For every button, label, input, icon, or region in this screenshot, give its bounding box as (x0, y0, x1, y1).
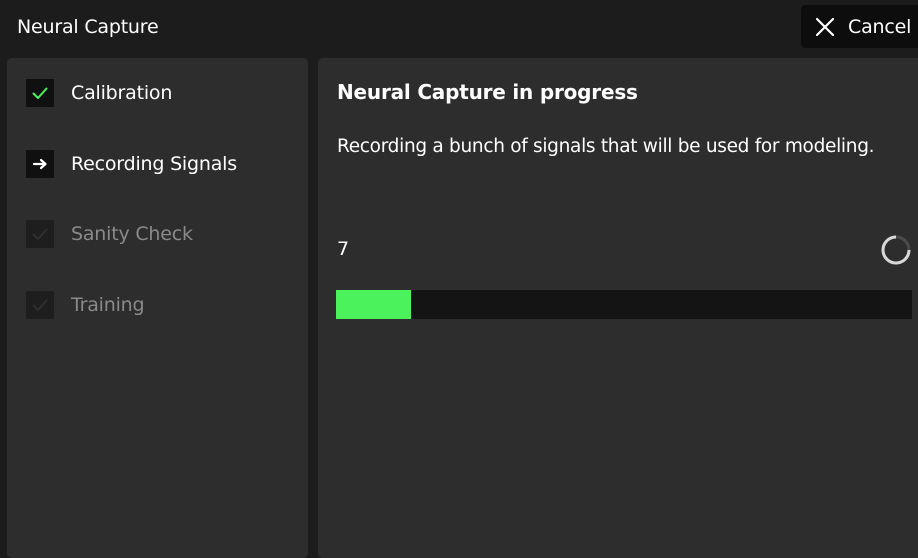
step-sanity-check[interactable]: Sanity Check (7, 214, 308, 254)
progress-bar (336, 290, 912, 319)
step-label: Calibration (71, 82, 173, 104)
step-status-box (26, 79, 54, 107)
step-status-box (26, 220, 54, 248)
step-label: Sanity Check (71, 223, 193, 245)
capture-panel: Neural Capture in progress Recording a b… (318, 58, 918, 558)
step-training[interactable]: Training (7, 285, 308, 325)
title-bar: Neural Capture Cancel (0, 0, 918, 54)
arrow-right-icon (32, 158, 47, 170)
progress-bar-fill (336, 290, 411, 319)
step-label: Recording Signals (71, 153, 237, 175)
cancel-label: Cancel (848, 16, 912, 38)
close-icon (815, 17, 835, 37)
panel-title: Neural Capture in progress (337, 80, 638, 104)
panel-description: Recording a bunch of signals that will b… (337, 136, 875, 157)
step-label: Training (71, 294, 145, 316)
app-title: Neural Capture (17, 16, 159, 38)
checkmark-icon (32, 299, 48, 311)
progress-counter: 7 (337, 238, 350, 260)
checkmark-icon (32, 87, 48, 99)
step-status-box (26, 150, 54, 178)
step-recording-signals[interactable]: Recording Signals (7, 144, 308, 184)
step-status-box (26, 291, 54, 319)
checkmark-icon (32, 228, 48, 240)
step-calibration[interactable]: Calibration (7, 73, 308, 113)
loading-spinner-icon (881, 235, 911, 265)
steps-sidebar: Calibration Recording Signals Sanity Che… (7, 58, 308, 558)
cancel-button[interactable]: Cancel (801, 5, 918, 48)
